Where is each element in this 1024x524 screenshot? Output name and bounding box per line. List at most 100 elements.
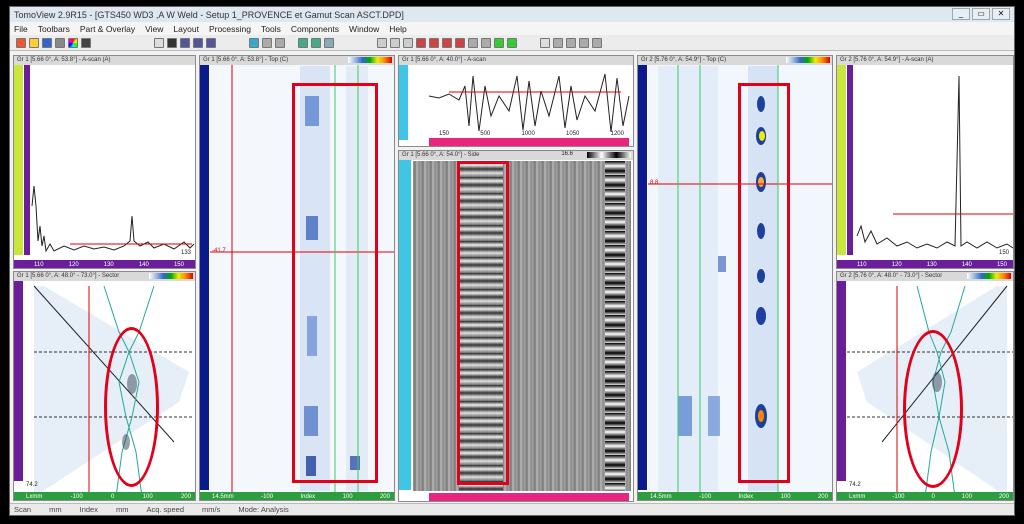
menu-view[interactable]: View [145,24,163,34]
sector-left-hticks: Lxmm -100 0 100 200 [26,494,191,500]
print-icon[interactable] [55,37,65,48]
ascan-left-side-value: 133 [180,250,191,256]
save-icon[interactable] [42,37,52,48]
maximize-button[interactable]: ▭ [972,8,990,20]
menu-tools[interactable]: Tools [261,24,281,34]
pan-icon[interactable] [403,37,413,48]
zoom-icon[interactable] [377,37,387,48]
tool-d-icon[interactable] [455,37,465,48]
tool-a-icon[interactable] [416,37,426,48]
sector-right-hticks: Lxmm -100 0 100 200 [849,494,1009,500]
tool-l-icon[interactable] [592,37,602,48]
status-scan-unit: mm [49,505,62,514]
tick: 130 [926,262,937,268]
toolbar [10,35,1014,51]
tool-k-icon[interactable] [579,37,589,48]
menu-file[interactable]: File [14,24,28,34]
menu-toolbars[interactable]: Toolbars [38,24,70,34]
group-icon[interactable] [298,37,308,48]
minimize-button[interactable]: _ [952,8,970,20]
tick: 130 [103,262,114,268]
status-mode: Mode: Analysis [238,505,289,514]
tool-i-icon[interactable] [553,37,563,48]
tick: 100 [142,494,153,500]
menu-processing[interactable]: Processing [209,24,251,34]
tick: 150 [996,262,1007,268]
menu-window[interactable]: Window [349,24,379,34]
search-icon[interactable] [540,37,550,48]
center-ascan-hruler[interactable] [429,138,629,146]
ascan-left-panel: Gr 1 [5.66 0°, A: 53.8°] - A-scan (A) 13… [13,55,196,269]
save-layout-icon[interactable] [167,37,177,48]
tick: 100 [780,494,791,500]
ascan-left-hticks: 110 120 130 140 150 [34,262,184,268]
tick: 200 [180,494,191,500]
ascan-right-side-value: 150 [998,250,1009,256]
menu-part-overlay[interactable]: Part & Overlay [80,24,135,34]
tick: 140 [961,262,972,268]
tool-e-icon[interactable] [468,37,478,48]
group2-icon[interactable] [311,37,321,48]
menu-components[interactable]: Components [291,24,339,34]
tick: 0 [110,494,115,500]
tick: 200 [379,494,390,500]
center-ascan-panel: Gr 1 [5.66 0°, A: 40.0°] - A-scan 150 50… [398,55,634,147]
view-c-icon[interactable] [206,37,216,48]
top-right-hticks: 14.5mm -100 Index 100 200 [650,494,828,500]
ascan-right-panel: Gr 2 [5.76 0°, A: 54.9°] - A-scan (A) 15… [836,55,1014,269]
tick: 100 [342,494,353,500]
menu-bar: File Toolbars Part & Overlay View Layout… [10,22,1014,35]
tool-b-icon[interactable] [429,37,439,48]
grid-icon[interactable] [154,37,164,48]
status-index: Index [79,505,98,514]
tool-f-icon[interactable] [481,37,491,48]
tool-c-icon[interactable] [442,37,452,48]
tick: 14.5mm [650,494,672,500]
highlight-box-left [292,83,378,483]
table-icon[interactable] [324,37,334,48]
center-bscan-vruler[interactable] [399,160,411,490]
tool-j-icon[interactable] [566,37,576,48]
tick: 14.5mm [212,494,234,500]
gray-palette [587,152,631,158]
tool-h-icon[interactable] [507,37,517,48]
ascan-right-hticks: 110 120 130 140 150 [857,262,1007,268]
measure-icon[interactable] [262,37,272,48]
tick: -100 [261,494,274,500]
top-right-cscan [648,65,832,492]
sector-left-depth: 74.2 [26,482,38,488]
tick: 200 [998,494,1009,500]
zoom-out-icon[interactable] [390,37,400,48]
bscan-image [413,161,631,491]
app-icon [16,37,26,48]
status-bar: Scan mm Index mm Acq. speed mm/s Mode: A… [10,503,1014,515]
status-speed-unit: mm/s [202,505,221,514]
highlight-box-right [738,83,790,483]
tick: 120 [891,262,902,268]
cursor-icon[interactable] [249,37,259,48]
view-b-icon[interactable] [193,37,203,48]
tick: 110 [34,262,44,268]
tick: Index [300,494,316,500]
center-bscan-hruler[interactable] [429,493,629,501]
tick: 110 [857,262,867,268]
ascan-left-trace [31,185,195,253]
center-bscan-panel: Gr 1 [5.66 0°, A: 54.0°] - Side 16.6 [398,150,634,502]
view-a-icon[interactable] [180,37,190,48]
ruler-icon[interactable] [275,37,285,48]
top-left-cursor-label: -41.7 [212,248,226,254]
title-bar: TomoView 2.9R15 - [GTS450 WD3 ,A W Weld … [10,7,1014,22]
tick: 150 [173,262,184,268]
tick: 0 [931,494,935,500]
screenshot-frame: TomoView 2.9R15 - [GTS450 WD3 ,A W Weld … [0,0,1024,524]
tool-g-icon[interactable] [494,37,504,48]
open-icon[interactable] [29,37,39,48]
menu-help[interactable]: Help [389,24,406,34]
layout-icon[interactable] [81,37,91,48]
menu-layout[interactable]: Layout [173,24,199,34]
color-icon[interactable] [68,37,78,48]
close-button[interactable]: ✕ [992,8,1010,20]
tick: 1200 [610,131,624,137]
tick: -100 [892,494,905,500]
status-acq-speed: Acq. speed [146,505,184,514]
